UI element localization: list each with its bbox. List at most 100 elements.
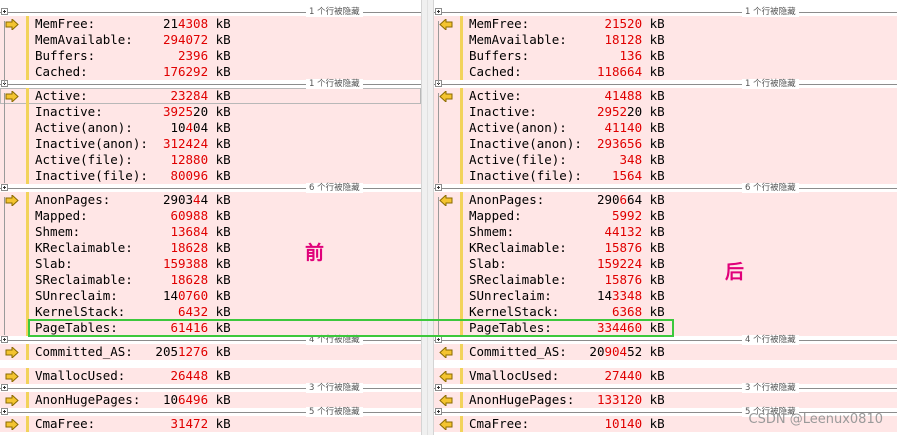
memory-row-anonhugepages[interactable]: AnonHugePages: 106496 kB	[0, 392, 421, 408]
hidden-lines-separator[interactable]: 6 个行被隐藏	[0, 183, 421, 193]
memory-row-active[interactable]: Active: 23284 kB	[0, 88, 421, 104]
memory-row-committed-as[interactable]: Committed_AS: 2090452 kB	[434, 344, 897, 360]
expand-toggle-icon[interactable]	[1, 384, 8, 391]
hidden-lines-separator[interactable]: 1 个行被隐藏	[0, 79, 421, 89]
hidden-lines-separator[interactable]: 3 个行被隐藏	[434, 383, 897, 393]
memory-row-memavailable[interactable]: MemAvailable: 294072 kB	[0, 32, 421, 48]
memory-row-sunreclaim[interactable]: SUnreclaim: 140760 kB	[0, 288, 421, 304]
left-compare-pane[interactable]: MemFree: 214308 kB MemAvailable: 294072 k…	[0, 0, 421, 435]
copy-left-arrow-icon[interactable]	[439, 345, 453, 360]
memory-row-sunreclaim[interactable]: SUnreclaim: 143348 kB	[434, 288, 897, 304]
memory-row-buffers[interactable]: Buffers: 2396 kB	[0, 48, 421, 64]
pane-splitter[interactable]	[421, 0, 434, 435]
expand-toggle-icon[interactable]	[435, 384, 442, 391]
memory-row-memfree[interactable]: MemFree: 21520 kB	[434, 16, 897, 32]
memory-row-kernelstack[interactable]: KernelStack: 6368 kB	[434, 304, 897, 320]
copy-left-arrow-icon[interactable]	[439, 17, 453, 32]
hidden-lines-separator[interactable]: 4 个行被隐藏	[434, 335, 897, 345]
memory-row-vmallocused[interactable]: VmallocUsed: 27440 kB	[434, 368, 897, 384]
unit-label: kB	[642, 192, 665, 207]
hidden-lines-separator[interactable]: 1 个行被隐藏	[0, 7, 421, 17]
copy-left-arrow-icon[interactable]	[439, 393, 453, 408]
memory-row-inactive-anon[interactable]: Inactive(anon): 293656 kB	[434, 136, 897, 152]
memory-row-active-anon[interactable]: Active(anon): 41140 kB	[434, 120, 897, 136]
memory-row-committed-as[interactable]: Committed_AS: 2051276 kB	[0, 344, 421, 360]
memory-row-memavailable[interactable]: MemAvailable: 18128 kB	[434, 32, 897, 48]
memory-row-slab[interactable]: Slab: 159388 kB	[0, 256, 421, 272]
expand-toggle-icon[interactable]	[435, 336, 442, 343]
memory-row-anonpages[interactable]: AnonPages: 290664 kB	[434, 192, 897, 208]
hidden-lines-separator[interactable]: 5 个行被隐藏	[0, 407, 421, 417]
field-name: KernelStack:	[35, 304, 163, 319]
unit-label: kB	[208, 272, 231, 287]
memory-row-inactive-file[interactable]: Inactive(file): 80096 kB	[0, 168, 421, 184]
memory-row-active[interactable]: Active: 41488 kB	[434, 88, 897, 104]
memory-row-sreclaimable[interactable]: SReclaimable: 15876 kB	[434, 272, 897, 288]
value-same-part	[597, 48, 620, 63]
memory-row-vmallocused[interactable]: VmallocUsed: 26448 kB	[0, 368, 421, 384]
memory-row-anonpages[interactable]: AnonPages: 290344 kB	[0, 192, 421, 208]
hidden-lines-separator[interactable]: 3 个行被隐藏	[0, 383, 421, 393]
copy-left-arrow-icon[interactable]	[439, 417, 453, 432]
memory-row-anonhugepages[interactable]: AnonHugePages: 133120 kB	[434, 392, 897, 408]
copy-right-arrow-icon[interactable]	[5, 345, 19, 360]
copy-right-arrow-icon[interactable]	[5, 17, 19, 32]
unit-label: kB	[208, 256, 231, 271]
copy-right-arrow-icon[interactable]	[5, 417, 19, 432]
expand-toggle-icon[interactable]	[435, 8, 442, 15]
memory-row-inactive-anon[interactable]: Inactive(anon): 312424 kB	[0, 136, 421, 152]
hidden-lines-separator[interactable]: 4 个行被隐藏	[0, 335, 421, 345]
memory-row-inactive[interactable]: Inactive: 295220 kB	[434, 104, 897, 120]
value-changed-part: 159224	[596, 256, 643, 271]
tree-guide-line	[4, 93, 5, 183]
unit-label: kB	[642, 88, 665, 103]
expand-toggle-icon[interactable]	[435, 184, 442, 191]
hidden-lines-separator[interactable]: 1 个行被隐藏	[434, 7, 897, 17]
tree-guide-line	[438, 21, 439, 84]
memory-row-memfree[interactable]: MemFree: 214308 kB	[0, 16, 421, 32]
memory-row-cached[interactable]: Cached: 176292 kB	[0, 64, 421, 80]
memory-row-mapped[interactable]: Mapped: 60988 kB	[0, 208, 421, 224]
memory-row-active-file[interactable]: Active(file): 12880 kB	[0, 152, 421, 168]
memory-row-slab[interactable]: Slab: 159224 kB	[434, 256, 897, 272]
unit-label: kB	[642, 240, 665, 255]
copy-left-arrow-icon[interactable]	[439, 193, 453, 208]
field-name: Shmem:	[35, 224, 163, 239]
memory-row-kreclaimable[interactable]: KReclaimable: 15876 kB	[434, 240, 897, 256]
copy-right-arrow-icon[interactable]	[5, 89, 19, 104]
unit-label: kB	[642, 272, 665, 287]
memory-row-buffers[interactable]: Buffers: 136 kB	[434, 48, 897, 64]
change-marker	[26, 168, 29, 184]
memory-row-shmem[interactable]: Shmem: 13684 kB	[0, 224, 421, 240]
copy-right-arrow-icon[interactable]	[5, 369, 19, 384]
memory-row-sreclaimable[interactable]: SReclaimable: 18628 kB	[0, 272, 421, 288]
memory-row-mapped[interactable]: Mapped: 5992 kB	[434, 208, 897, 224]
memory-row-active-file[interactable]: Active(file): 348 kB	[434, 152, 897, 168]
field-name: Committed_AS:	[35, 344, 156, 359]
expand-toggle-icon[interactable]	[435, 408, 442, 415]
unit-label: kB	[642, 136, 665, 151]
copy-right-arrow-icon[interactable]	[5, 393, 19, 408]
memory-row-inactive-file[interactable]: Inactive(file): 1564 kB	[434, 168, 897, 184]
memory-row-kernelstack[interactable]: KernelStack: 6432 kB	[0, 304, 421, 320]
hidden-lines-separator[interactable]: 1 个行被隐藏	[434, 79, 897, 89]
change-marker	[460, 152, 463, 168]
copy-left-arrow-icon[interactable]	[439, 369, 453, 384]
right-compare-pane[interactable]: MemFree: 21520 kB MemAvailable: 18128 kB B…	[434, 0, 897, 435]
expand-toggle-icon[interactable]	[1, 408, 8, 415]
hidden-lines-separator[interactable]: 6 个行被隐藏	[434, 183, 897, 193]
expand-toggle-icon[interactable]	[1, 184, 8, 191]
copy-left-arrow-icon[interactable]	[439, 89, 453, 104]
memory-row-shmem[interactable]: Shmem: 44132 kB	[434, 224, 897, 240]
memory-row-active-anon[interactable]: Active(anon): 10404 kB	[0, 120, 421, 136]
copy-right-arrow-icon[interactable]	[5, 193, 19, 208]
memory-row-cached[interactable]: Cached: 118664 kB	[434, 64, 897, 80]
expand-toggle-icon[interactable]	[1, 336, 8, 343]
memory-row-inactive[interactable]: Inactive: 392520 kB	[0, 104, 421, 120]
expand-toggle-icon[interactable]	[1, 8, 8, 15]
tree-guide-line	[438, 93, 439, 183]
unit-label: kB	[642, 32, 665, 47]
change-marker	[460, 168, 463, 184]
memory-row-kreclaimable[interactable]: KReclaimable: 18628 kB	[0, 240, 421, 256]
memory-row-cmafree[interactable]: CmaFree: 31472 kB	[0, 416, 421, 432]
